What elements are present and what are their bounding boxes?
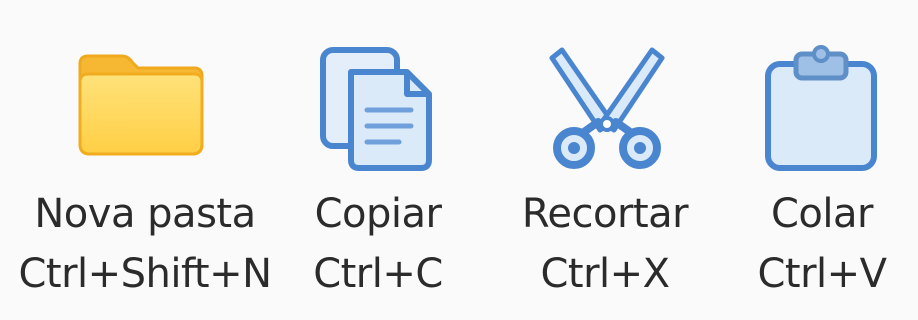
paste-label: Colar [771, 191, 873, 237]
cut-label: Recortar [521, 191, 689, 237]
folder-icon [76, 44, 206, 174]
copy-button[interactable]: Copiar Ctrl+C [293, 0, 463, 320]
new-folder-label: Nova pasta [34, 191, 256, 237]
cut-shortcut: Ctrl+X [540, 251, 670, 297]
copy-icon [315, 44, 445, 174]
scissors-icon [542, 44, 672, 174]
cut-button[interactable]: Recortar Ctrl+X [500, 0, 710, 320]
new-folder-button[interactable]: Nova pasta Ctrl+Shift+N [14, 0, 276, 320]
copy-label: Copiar [314, 191, 442, 237]
copy-shortcut: Ctrl+C [313, 251, 443, 297]
new-folder-shortcut: Ctrl+Shift+N [18, 251, 272, 297]
paste-button[interactable]: Colar Ctrl+V [742, 0, 902, 320]
paste-shortcut: Ctrl+V [757, 251, 887, 297]
command-toolbar: Nova pasta Ctrl+Shift+N Copiar Ctrl+C Re… [0, 0, 918, 320]
clipboard-icon [756, 44, 886, 174]
